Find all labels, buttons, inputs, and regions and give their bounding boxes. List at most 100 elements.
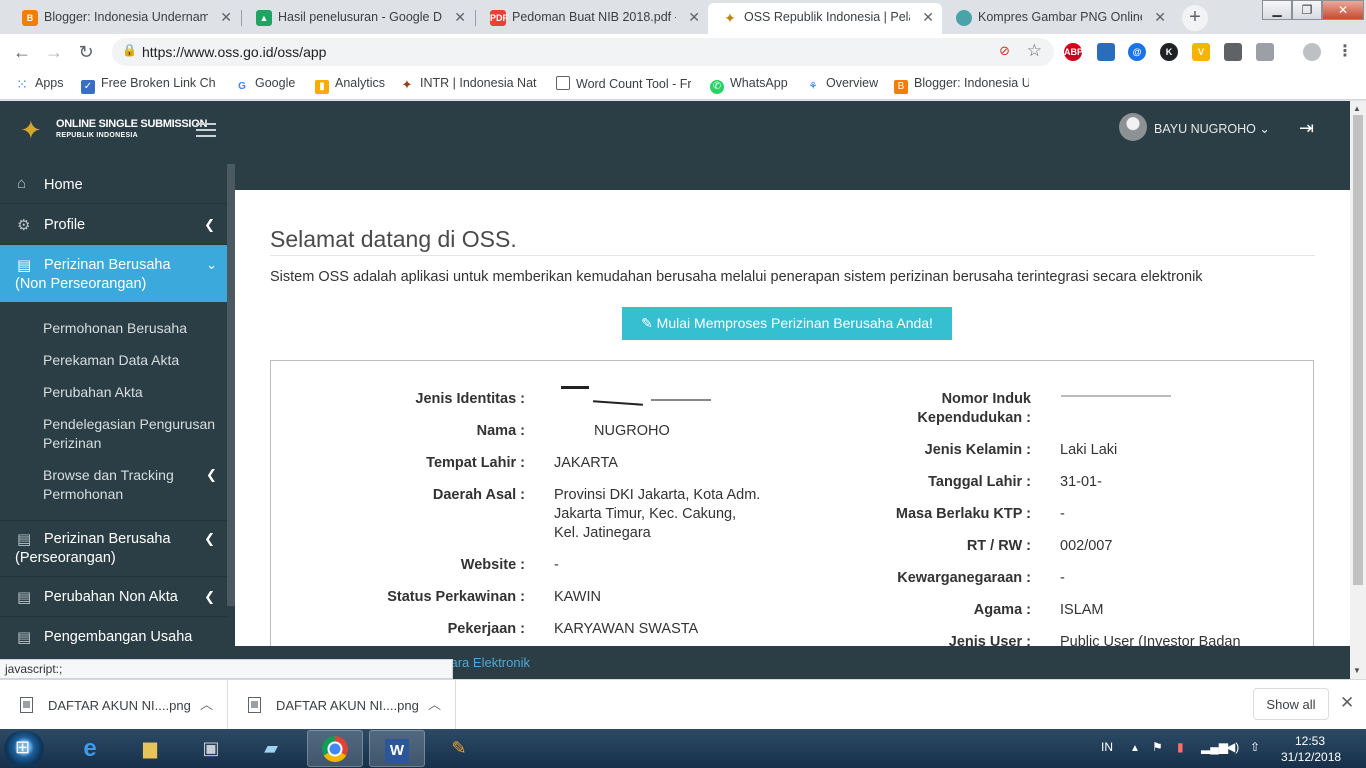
tab-blogger[interactable]: B Blogger: Indonesia Undername ✕ [8,3,240,34]
show-hidden-icons-icon[interactable]: ▲ [1130,743,1140,754]
logout-icon[interactable]: ⇥ [1299,118,1319,138]
document-icon: ▤ [17,257,32,274]
tab-kompres[interactable]: Kompres Gambar PNG Online ✕ [942,3,1174,34]
page-icon [556,76,570,90]
sidebar-sub-pendelegasian[interactable]: Pendelegasian Pengurusan Perizinan [43,415,223,453]
bookmark-apps[interactable]: ⁙ Apps [15,76,63,91]
sidebar-item-perizinan-non-perseorangan[interactable]: ▤ Perizinan Berusaha (Non Perseorangan) … [0,245,235,302]
reload-icon[interactable]: ↻ [74,40,98,64]
word-icon[interactable]: W [369,730,425,767]
bookmark-google[interactable]: G Google [235,76,295,94]
sidebar-item-perubahan-non-akta[interactable]: ▤ Perubahan Non Akta ❮ [0,577,227,617]
sidebar-sub-perubahan-akta[interactable]: Perubahan Akta [43,383,223,402]
extension-icon[interactable] [1224,43,1242,61]
bookmark-word-count[interactable]: Word Count Tool - Fr [556,76,691,91]
blogger-icon: B [894,80,908,94]
tab-close-icon[interactable]: ✕ [220,3,232,31]
scroll-up-icon[interactable]: ▲ [1353,104,1361,113]
pdf-icon: PDF [490,10,508,26]
analytics-icon: ▮ [315,80,329,94]
sidebar-item-profile[interactable]: ⚙ Profile ❮ [0,204,227,245]
tab-close-icon[interactable]: ✕ [1154,3,1166,31]
minimize-icon[interactable]: ▁ [1262,0,1292,20]
page-scrollbar[interactable]: ▲ ▼ [1350,101,1366,679]
close-window-icon[interactable]: ✕ [1322,0,1364,20]
scroll-down-icon[interactable]: ▼ [1353,666,1361,675]
sidebar-sub-permohonan-berusaha[interactable]: Permohonan Berusaha [43,319,223,338]
popup-blocked-icon[interactable]: ⊘ [999,43,1010,59]
garuda-icon: ✦ [401,77,413,92]
value-jenis-kelamin: Laki Laki [1060,442,1118,458]
sidebar-sub-browse-tracking[interactable]: Browse dan Tracking Permohonan [43,466,223,504]
extension-icon[interactable]: K [1160,43,1178,61]
sidebar-item-perizinan-perseorangan[interactable]: ▤ Perizinan Berusaha (Perseorangan) ❮ [0,520,227,577]
title-divider [270,255,1315,256]
chrome-menu-icon[interactable]: ⋮ [1336,43,1354,61]
download-item[interactable]: DAFTAR AKUN NI....png ︿ [228,680,456,730]
tab-close-icon[interactable]: ✕ [922,3,934,31]
language-indicator[interactable]: IN [1101,740,1113,754]
chevron-up-icon[interactable]: ︿ [428,694,441,713]
flag-icon[interactable]: ⚑ [1152,740,1163,754]
maximize-icon[interactable]: ❐ [1292,0,1322,20]
network-icon[interactable]: ▣ [183,730,239,767]
sidebar-scrollbar[interactable] [227,164,235,606]
bookmark-whatsapp[interactable]: ✆ WhatsApp [710,76,788,94]
paint-icon[interactable]: ✎ [431,730,487,767]
bookmark-intr[interactable]: ✦ INTR | Indonesia Nati [400,76,537,92]
redaction-mark [1061,395,1171,397]
back-icon[interactable]: ← [10,40,34,64]
sidebar-item-pengembangan-usaha[interactable]: ▤ Pengembangan Usaha [0,617,227,657]
scrollbar-thumb[interactable] [1353,115,1363,585]
clock-date[interactable]: 31/12/2018 [1281,750,1341,764]
forward-icon[interactable]: → [42,40,66,64]
signal-icon[interactable]: ▂▄▆ [1201,740,1228,754]
url-text[interactable]: https://www.oss.go.id/oss/app [142,44,326,60]
extension-icon[interactable]: V [1192,43,1210,61]
adblock-plus-icon[interactable]: ABP [1064,43,1083,61]
whatsapp-icon: ✆ [710,80,724,94]
sidebar-item-home[interactable]: ⌂ Home [0,164,227,204]
start-process-button[interactable]: ✎ Mulai Memproses Perizinan Berusaha And… [622,307,952,340]
tab-google-drive[interactable]: ▲ Hasil penelusuran - Google Driv ✕ [242,3,474,34]
chevron-up-icon[interactable]: ︿ [200,694,213,713]
address-bar[interactable]: 🔒 https://www.oss.go.id/oss/app ⊘ ☆ [112,38,1054,66]
extension-icon[interactable] [1097,43,1115,61]
show-all-downloads-button[interactable]: Show all [1253,688,1329,720]
chrome-icon[interactable] [307,730,363,767]
bookmark-star-icon[interactable]: ☆ [1027,41,1042,61]
tab-close-icon[interactable]: ✕ [688,3,700,31]
avatar[interactable] [1119,113,1147,141]
new-tab-button[interactable]: + [1182,5,1208,31]
battery-icon[interactable]: ▮ [1177,740,1184,754]
upload-icon[interactable]: ⇧ [1250,740,1260,754]
footer-link[interactable]: cara Elektronik [444,655,530,670]
bookmark-overview[interactable]: ⚘ Overview [806,76,879,94]
bookmarks-bar: ⁙ Apps ✓ Free Broken Link Che G Google ▮ Ana… [0,70,1366,100]
lock-icon: 🔒 [122,43,137,57]
clock-time[interactable]: 12:53 [1295,734,1325,748]
close-icon[interactable]: ✕ [1340,693,1354,713]
bookmark-analytics[interactable]: ▮ Analytics [315,76,385,94]
tab-oss-active[interactable]: ✦ OSS Republik Indonesia | Pelaya ✕ [708,3,942,34]
notepad-icon[interactable]: ▰ [243,730,299,767]
file-explorer-icon[interactable]: ▆ [122,730,178,767]
document-icon: ▤ [17,531,32,548]
label-rt-rw: RT / RW : [966,538,1031,554]
sidebar-sub-perekaman-data-akta[interactable]: Perekaman Data Akta [43,351,223,370]
bookmark-broken-link[interactable]: ✓ Free Broken Link Che [81,76,216,94]
page-description: Sistem OSS adalah aplikasi untuk memberi… [270,269,1203,285]
volume-icon[interactable]: ◀) [1226,740,1239,754]
extension-icon[interactable]: @ [1128,43,1146,61]
download-item[interactable]: DAFTAR AKUN NI....png ︿ [0,680,228,730]
profile-avatar-icon[interactable] [1303,43,1321,61]
tab-pdf[interactable]: PDF Pedoman Buat NIB 2018.pdf - G ✕ [476,3,708,34]
tab-close-icon[interactable]: ✕ [454,3,466,31]
start-button[interactable] [4,731,44,767]
internet-explorer-icon[interactable]: e [62,730,118,767]
value-jenis-user: Public User (Investor Badan [1060,634,1241,646]
bookmark-blogger[interactable]: B Blogger: Indonesia U [894,76,1029,94]
extension-icon[interactable] [1256,43,1274,61]
user-menu[interactable]: BAYU NUGROHO ⌄ [1154,121,1270,136]
hamburger-menu-icon[interactable] [196,123,216,137]
